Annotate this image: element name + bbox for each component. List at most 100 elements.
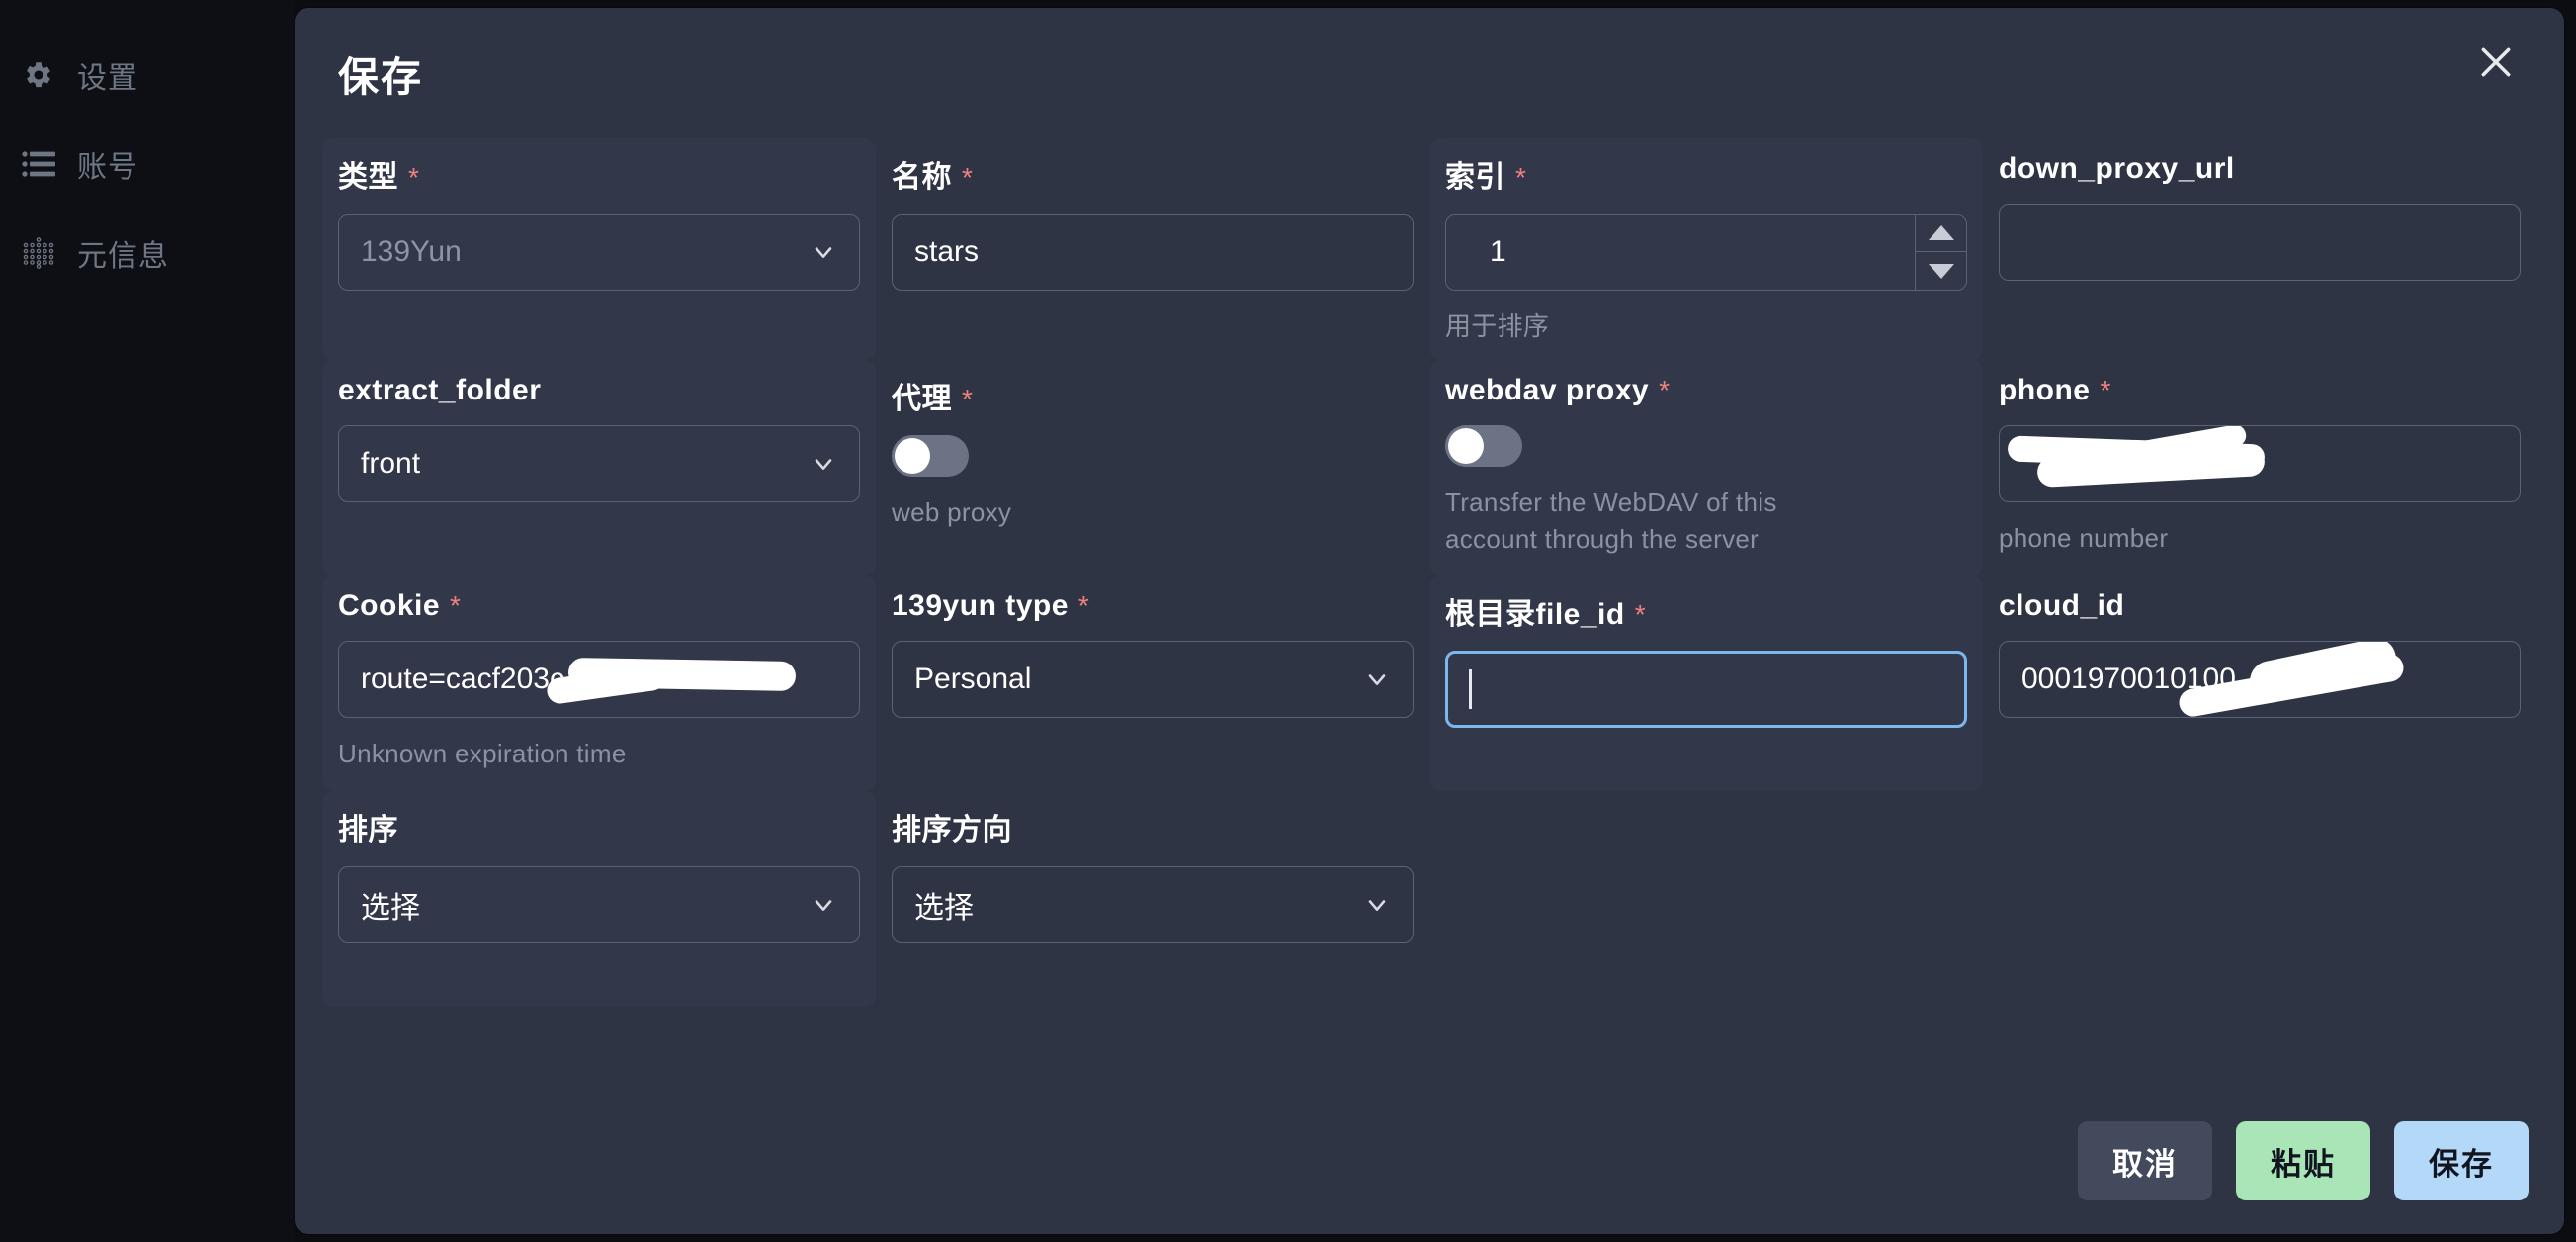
redaction-mark bbox=[2117, 425, 2248, 467]
label-text: 排序方向 bbox=[892, 813, 1012, 846]
field-label: down_proxy_url bbox=[1999, 152, 2521, 186]
field-phone: phone * phone number bbox=[1983, 359, 2536, 576]
stepper-increment-button[interactable] bbox=[1916, 215, 1966, 252]
field-label: cloud_id bbox=[1999, 589, 2521, 623]
app-root: 设置 账号 元信息 保存 类型 * 139Yun 名称 * stars 索引 *… bbox=[0, 0, 2576, 1242]
required-marker: * bbox=[408, 162, 420, 193]
field-label: phone * bbox=[1999, 374, 2521, 407]
label-text: 代理 bbox=[892, 382, 952, 415]
name-input-value: stars bbox=[914, 235, 980, 268]
dots-grid-icon bbox=[22, 236, 55, 270]
field-label: webdav proxy * bbox=[1445, 374, 1967, 407]
webdav-proxy-toggle[interactable] bbox=[1445, 424, 1522, 467]
triangle-up-icon bbox=[1928, 225, 1954, 240]
label-text: 根目录file_id bbox=[1445, 597, 1625, 631]
field-root-file-id: 根目录file_id * bbox=[1429, 575, 1983, 791]
required-marker: * bbox=[962, 162, 974, 193]
field-order-by: 排序 选择 bbox=[322, 790, 876, 1007]
extract-folder-select[interactable]: front bbox=[338, 424, 860, 502]
dialog-actions: 取消 粘贴 保存 bbox=[2078, 1121, 2529, 1200]
save-dialog: 保存 类型 * 139Yun 名称 * stars 索引 * 1 用于排序 do… bbox=[295, 8, 2564, 1234]
down-proxy-url-input[interactable] bbox=[1999, 204, 2521, 281]
save-button[interactable]: 保存 bbox=[2394, 1121, 2529, 1200]
cookie-input-value: route=cacf203c bbox=[361, 662, 564, 695]
required-marker: * bbox=[962, 383, 974, 414]
field-spacer bbox=[1429, 790, 1983, 1007]
label-text: 类型 bbox=[338, 161, 398, 194]
toggle-knob bbox=[895, 437, 930, 474]
sidebar-item-account[interactable]: 账号 bbox=[0, 134, 295, 194]
phone-input[interactable] bbox=[1999, 424, 2521, 502]
chevron-down-icon bbox=[810, 238, 837, 266]
label-text: 索引 bbox=[1445, 161, 1505, 194]
field-index: 索引 * 1 用于排序 bbox=[1429, 138, 1983, 360]
redaction-mark bbox=[2246, 641, 2400, 704]
field-name: 名称 * stars bbox=[876, 138, 1429, 360]
field-label: 排序 bbox=[338, 805, 860, 848]
proxy-toggle[interactable] bbox=[892, 434, 969, 477]
field-proxy: 代理 * web proxy bbox=[876, 359, 1429, 576]
cloud-id-input[interactable]: 0001970010100 bbox=[1999, 640, 2521, 718]
stepper-decrement-button[interactable] bbox=[1916, 252, 1966, 290]
label-text: cloud_id bbox=[1999, 588, 2125, 622]
type-select[interactable]: 139Yun bbox=[338, 214, 860, 291]
root-file-id-input[interactable] bbox=[1445, 650, 1967, 728]
type-select-value: 139Yun bbox=[361, 235, 462, 268]
required-marker: * bbox=[1659, 374, 1671, 405]
close-icon[interactable] bbox=[2467, 34, 2525, 91]
dialog-title: 保存 bbox=[338, 54, 423, 100]
field-help: 用于排序 bbox=[1445, 311, 1550, 341]
139yun-type-select[interactable]: Personal bbox=[892, 640, 1414, 718]
sidebar-item-settings[interactable]: 设置 bbox=[0, 45, 295, 105]
label-text: Cookie bbox=[338, 588, 441, 622]
field-label: 类型 * bbox=[338, 152, 860, 196]
sidebar: 设置 账号 元信息 bbox=[0, 0, 295, 1242]
field-help: Transfer the WebDAV of this account thro… bbox=[1445, 487, 1777, 555]
label-text: webdav proxy bbox=[1445, 373, 1650, 406]
toggle-knob bbox=[1448, 427, 1484, 464]
field-order-direction: 排序方向 选择 bbox=[876, 790, 1429, 1007]
chevron-down-icon bbox=[810, 450, 837, 478]
sidebar-item-label: 账号 bbox=[77, 151, 138, 184]
text-cursor bbox=[1468, 668, 1472, 709]
index-stepper[interactable]: 1 bbox=[1445, 214, 1967, 291]
field-label: 索引 * bbox=[1445, 152, 1967, 196]
label-text: 排序 bbox=[338, 813, 398, 846]
field-139yun-type: 139yun type * Personal bbox=[876, 575, 1429, 791]
redaction-mark bbox=[2007, 435, 2266, 471]
field-label: 代理 * bbox=[892, 374, 1414, 417]
label-text: down_proxy_url bbox=[1999, 152, 2235, 185]
field-label: Cookie * bbox=[338, 589, 860, 623]
field-label: 名称 * bbox=[892, 152, 1414, 196]
gear-icon bbox=[22, 58, 55, 92]
required-marker: * bbox=[1077, 589, 1090, 621]
field-help: phone number bbox=[1999, 522, 2169, 553]
paste-button[interactable]: 粘贴 bbox=[2236, 1121, 2370, 1200]
chevron-down-icon bbox=[1363, 891, 1391, 919]
redaction-mark bbox=[567, 657, 797, 691]
required-marker: * bbox=[450, 589, 462, 621]
cookie-input[interactable]: route=cacf203c bbox=[338, 640, 860, 718]
order-direction-select[interactable]: 选择 bbox=[892, 865, 1414, 943]
chevron-down-icon bbox=[810, 891, 837, 919]
sidebar-item-label: 元信息 bbox=[77, 240, 169, 273]
triangle-down-icon bbox=[1928, 263, 1954, 279]
cancel-button[interactable]: 取消 bbox=[2078, 1121, 2212, 1200]
field-label: 根目录file_id * bbox=[1445, 589, 1967, 633]
cloud-id-value: 0001970010100 bbox=[2021, 662, 2236, 695]
field-extract-folder: extract_folder front bbox=[322, 359, 876, 576]
stepper-buttons bbox=[1915, 215, 1966, 290]
order-by-select[interactable]: 选择 bbox=[338, 865, 860, 943]
required-marker: * bbox=[1515, 162, 1527, 193]
order-by-value: 选择 bbox=[361, 891, 420, 925]
required-marker: * bbox=[1634, 598, 1647, 630]
redaction-mark bbox=[2036, 445, 2266, 488]
sidebar-item-label: 设置 bbox=[77, 62, 138, 95]
label-text: extract_folder bbox=[338, 373, 542, 406]
field-label: 排序方向 bbox=[892, 805, 1414, 848]
field-cookie: Cookie * route=cacf203c Unknown expirati… bbox=[322, 575, 876, 791]
sidebar-item-metainfo[interactable]: 元信息 bbox=[0, 223, 295, 283]
name-input[interactable]: stars bbox=[892, 214, 1414, 291]
extract-folder-value: front bbox=[361, 446, 421, 480]
order-direction-value: 选择 bbox=[914, 891, 974, 925]
